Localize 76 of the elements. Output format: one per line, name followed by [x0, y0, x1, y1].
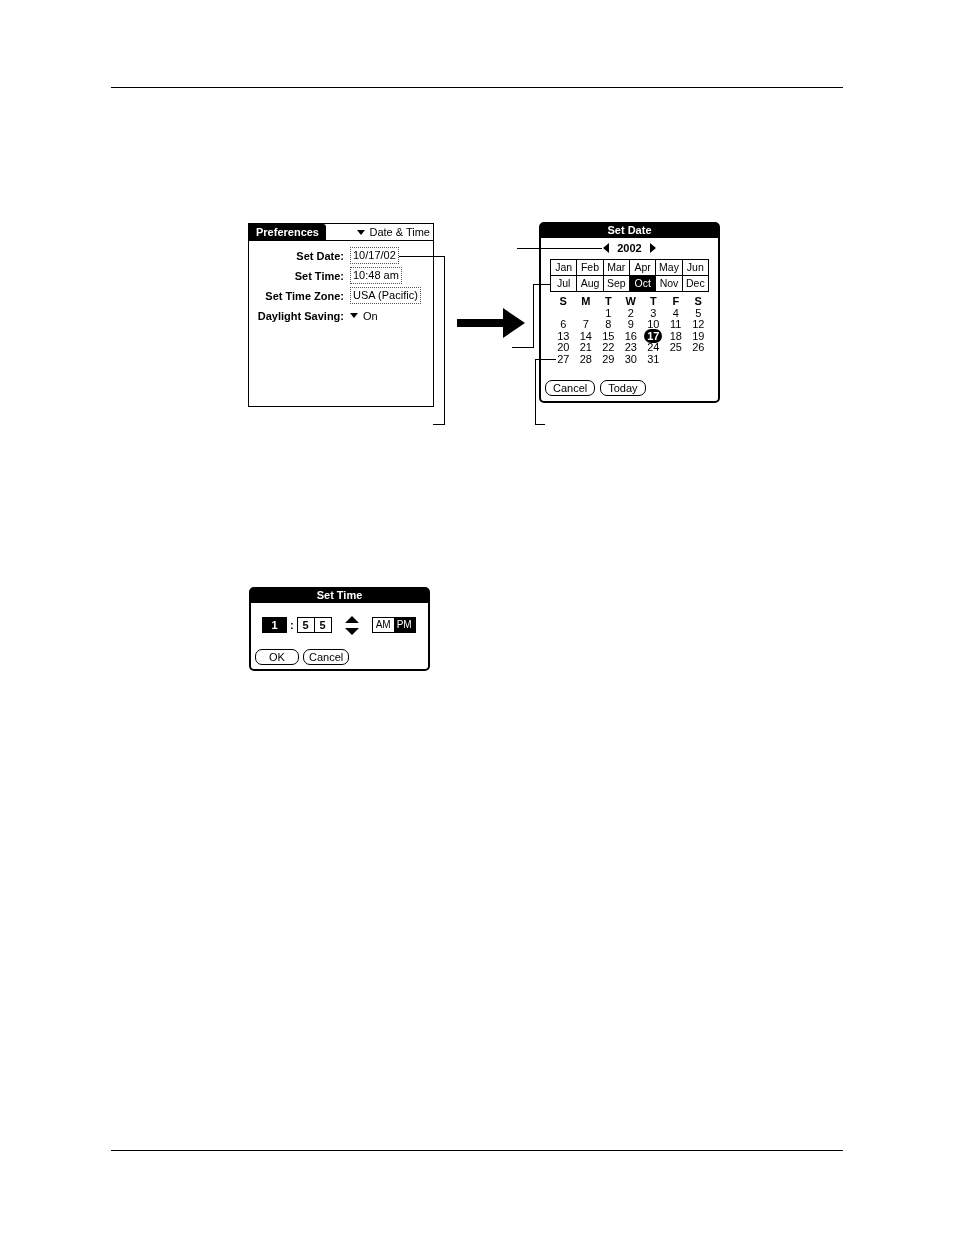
month-cell[interactable]: Sep — [603, 276, 629, 291]
field-label: Set Time Zone: — [265, 289, 344, 302]
month-cell[interactable]: May — [656, 260, 682, 275]
day-number[interactable]: 18 — [669, 329, 682, 342]
day-number[interactable]: 8 — [605, 318, 612, 330]
time-separator: : — [290, 619, 294, 631]
day-number[interactable]: 5 — [695, 306, 702, 319]
dialog-title: Set Time — [251, 589, 428, 603]
month-cell[interactable]: Apr — [630, 260, 656, 275]
day-number[interactable]: 4 — [672, 306, 679, 319]
month-cell[interactable]: Nov — [656, 276, 682, 291]
day-number[interactable]: 11 — [670, 318, 682, 330]
month-cell[interactable]: Jan — [551, 260, 577, 275]
field-label: Daylight Saving: — [257, 309, 344, 322]
dialog-button[interactable]: Cancel — [303, 649, 350, 665]
day-number[interactable]: 10 — [647, 318, 660, 330]
day-number[interactable]: 23 — [624, 341, 637, 353]
screen-title: Preferences — [249, 224, 326, 240]
am-pm-option[interactable]: PM — [393, 618, 415, 632]
day-number[interactable]: 27 — [557, 352, 570, 365]
day-number[interactable]: 24 — [647, 341, 660, 353]
day-number[interactable]: 3 — [650, 306, 657, 319]
dialog-button[interactable]: Today — [600, 380, 646, 396]
dialog-button[interactable]: OK — [255, 649, 299, 665]
day-number[interactable]: 7 — [582, 318, 589, 330]
right-arrow-icon[interactable] — [649, 243, 656, 253]
month-cell[interactable]: Feb — [577, 260, 603, 275]
field-label: Set Time: — [294, 269, 344, 282]
day-number[interactable]: 2 — [627, 306, 634, 319]
day-number[interactable]: 13 — [557, 329, 570, 342]
dialog-title: Set Date — [541, 224, 718, 238]
selector-field[interactable]: 10/17/02 — [350, 247, 399, 264]
weekday-label: W — [624, 296, 637, 308]
day-number[interactable]: 29 — [602, 352, 615, 365]
up-down-arrows-icon[interactable] — [344, 615, 359, 635]
selector-field[interactable]: USA (Pacific) — [350, 287, 421, 304]
day-number[interactable]: 15 — [602, 329, 615, 342]
dialog-button[interactable]: Cancel — [545, 380, 596, 396]
day-number[interactable]: 25 — [669, 341, 682, 353]
weekday-label: T — [603, 296, 613, 308]
day-number[interactable]: 20 — [557, 341, 570, 353]
selector-field[interactable]: 10:48 am — [350, 267, 402, 284]
caret-icon — [350, 313, 358, 318]
day-number[interactable]: 30 — [624, 352, 637, 365]
day-number[interactable]: 14 — [579, 329, 592, 342]
field-label: Set Date: — [296, 249, 344, 262]
month-cell[interactable]: Mar — [603, 260, 629, 275]
minute-field[interactable]: 5 — [296, 617, 315, 633]
caret-icon — [357, 229, 366, 235]
day-number[interactable]: 19 — [692, 329, 705, 342]
weekday-label: F — [671, 296, 681, 308]
day-number[interactable]: 9 — [627, 318, 634, 330]
day-number[interactable]: 12 — [692, 318, 705, 330]
day-number[interactable]: 31 — [647, 352, 660, 365]
day-number[interactable]: 22 — [602, 341, 615, 353]
month-cell[interactable]: Jun — [682, 260, 708, 275]
dropdown-trigger[interactable]: On — [350, 307, 378, 324]
left-arrow-icon[interactable] — [603, 243, 610, 253]
right-arrow-icon — [457, 308, 525, 338]
weekday-label: T — [648, 296, 658, 308]
month-cell[interactable]: Dec — [682, 276, 708, 291]
day-number[interactable]: 1 — [605, 306, 612, 319]
hour-field[interactable]: 1 — [262, 617, 287, 633]
day-number[interactable]: 16 — [624, 329, 637, 342]
day-number[interactable]: 17 — [644, 328, 663, 343]
weekday-label: S — [558, 296, 568, 308]
day-number[interactable]: 26 — [692, 341, 705, 353]
day-number[interactable]: 6 — [560, 318, 567, 330]
category-dropdown[interactable]: Date & Time — [354, 224, 433, 240]
weekday-label: S — [693, 296, 703, 308]
month-cell[interactable]: Jul — [551, 276, 577, 291]
year-label: 2002 — [617, 242, 642, 254]
month-cell[interactable]: Aug — [577, 276, 603, 291]
day-number[interactable]: 21 — [579, 341, 592, 353]
day-number[interactable]: 28 — [579, 352, 592, 365]
weekday-label: M — [580, 296, 592, 308]
